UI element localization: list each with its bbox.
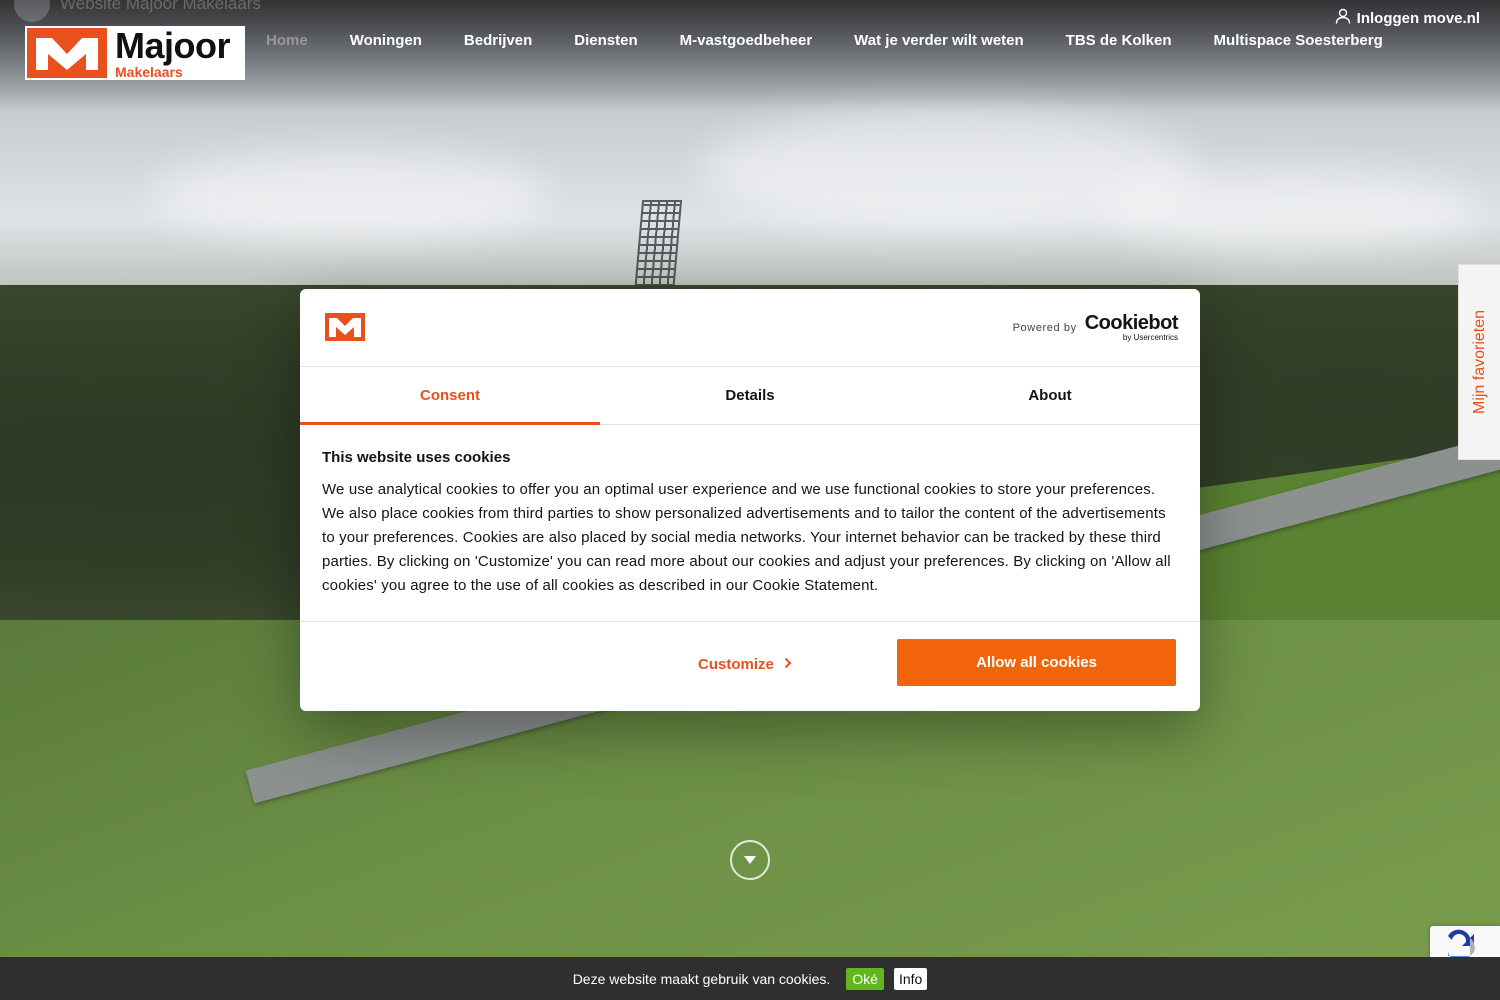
- majoor-dialog-logo-icon: [325, 313, 365, 346]
- logo-subtext: Makelaars: [115, 63, 183, 80]
- majoor-m-logo-icon: [27, 28, 107, 78]
- main-nav: Home Woningen Bedrijven Diensten M-vastg…: [266, 32, 1425, 52]
- dialog-header: Powered by Cookiebot by Usercentrics: [300, 289, 1200, 367]
- favorites-label: Mijn favorieten: [1471, 309, 1488, 415]
- recaptcha-badge[interactable]: [1430, 926, 1500, 958]
- allow-all-cookies-button[interactable]: Allow all cookies: [897, 639, 1176, 686]
- nav-item-woningen[interactable]: Woningen: [350, 32, 422, 52]
- cookiebot-name: Cookiebot: [1084, 312, 1179, 334]
- nav-item-bedrijven[interactable]: Bedrijven: [464, 32, 532, 52]
- nav-item-multispace-soesterberg[interactable]: Multispace Soesterberg: [1214, 32, 1383, 52]
- cookiebot-sub: by Usercentrics: [1122, 333, 1178, 342]
- cookiebot-logo: Cookiebot by Usercentrics: [1084, 312, 1179, 342]
- nav-item-m-vastgoedbeheer[interactable]: M-vastgoedbeheer: [680, 32, 813, 52]
- user-icon: [1335, 8, 1351, 28]
- logo-text: Majoor: [115, 24, 231, 66]
- login-link[interactable]: Inloggen move.nl: [1335, 8, 1480, 28]
- site-favicon-icon: [14, 0, 50, 22]
- nav-item-wat-je-verder-wilt-weten[interactable]: Wat je verder wilt weten: [854, 32, 1024, 52]
- powered-by-cookiebot[interactable]: Powered by Cookiebot by Usercentrics: [1012, 312, 1179, 342]
- site-title-ghost: Website Majoor Makelaars: [14, 0, 261, 22]
- nav-item-tbs-de-kolken[interactable]: TBS de Kolken: [1066, 32, 1172, 52]
- tab-about[interactable]: About: [900, 367, 1200, 424]
- nav-item-home[interactable]: Home: [266, 32, 308, 52]
- dialog-body: This website uses cookies We use analyti…: [300, 425, 1200, 622]
- cookie-notice-text: Deze website maakt gebruik van cookies.: [572, 970, 831, 987]
- login-label: Inloggen move.nl: [1356, 9, 1480, 27]
- tab-details[interactable]: Details: [600, 367, 900, 424]
- cookie-notice-bar: Deze website maakt gebruik van cookies. …: [0, 957, 1500, 1000]
- dialog-description: We use analytical cookies to offer you a…: [322, 481, 1171, 594]
- favorites-side-tab[interactable]: Mijn favorieten: [1458, 264, 1500, 460]
- radio-mast: [633, 200, 683, 294]
- powered-by-text: Powered by: [1012, 321, 1077, 334]
- cookie-info-button[interactable]: Info: [893, 967, 928, 990]
- customize-button[interactable]: Customize: [698, 656, 792, 673]
- dialog-tabs: Consent Details About: [300, 367, 1200, 425]
- nav-item-diensten[interactable]: Diensten: [574, 32, 637, 52]
- chevron-down-icon: [744, 851, 756, 869]
- cookie-ok-button[interactable]: Oké: [846, 967, 884, 990]
- chevron-right-icon: [784, 656, 792, 673]
- dialog-heading: This website uses cookies: [322, 449, 511, 466]
- scroll-down-button[interactable]: [730, 840, 770, 880]
- customize-label: Customize: [698, 656, 774, 673]
- majoor-logo[interactable]: Majoor Makelaars: [25, 26, 245, 80]
- site-title-text: Website Majoor Makelaars: [60, 0, 261, 13]
- cookie-consent-dialog: Powered by Cookiebot by Usercentrics Con…: [300, 289, 1200, 711]
- dialog-footer: Customize Allow all cookies: [300, 622, 1200, 711]
- tab-consent[interactable]: Consent: [300, 367, 600, 425]
- recaptcha-icon: [1447, 929, 1475, 958]
